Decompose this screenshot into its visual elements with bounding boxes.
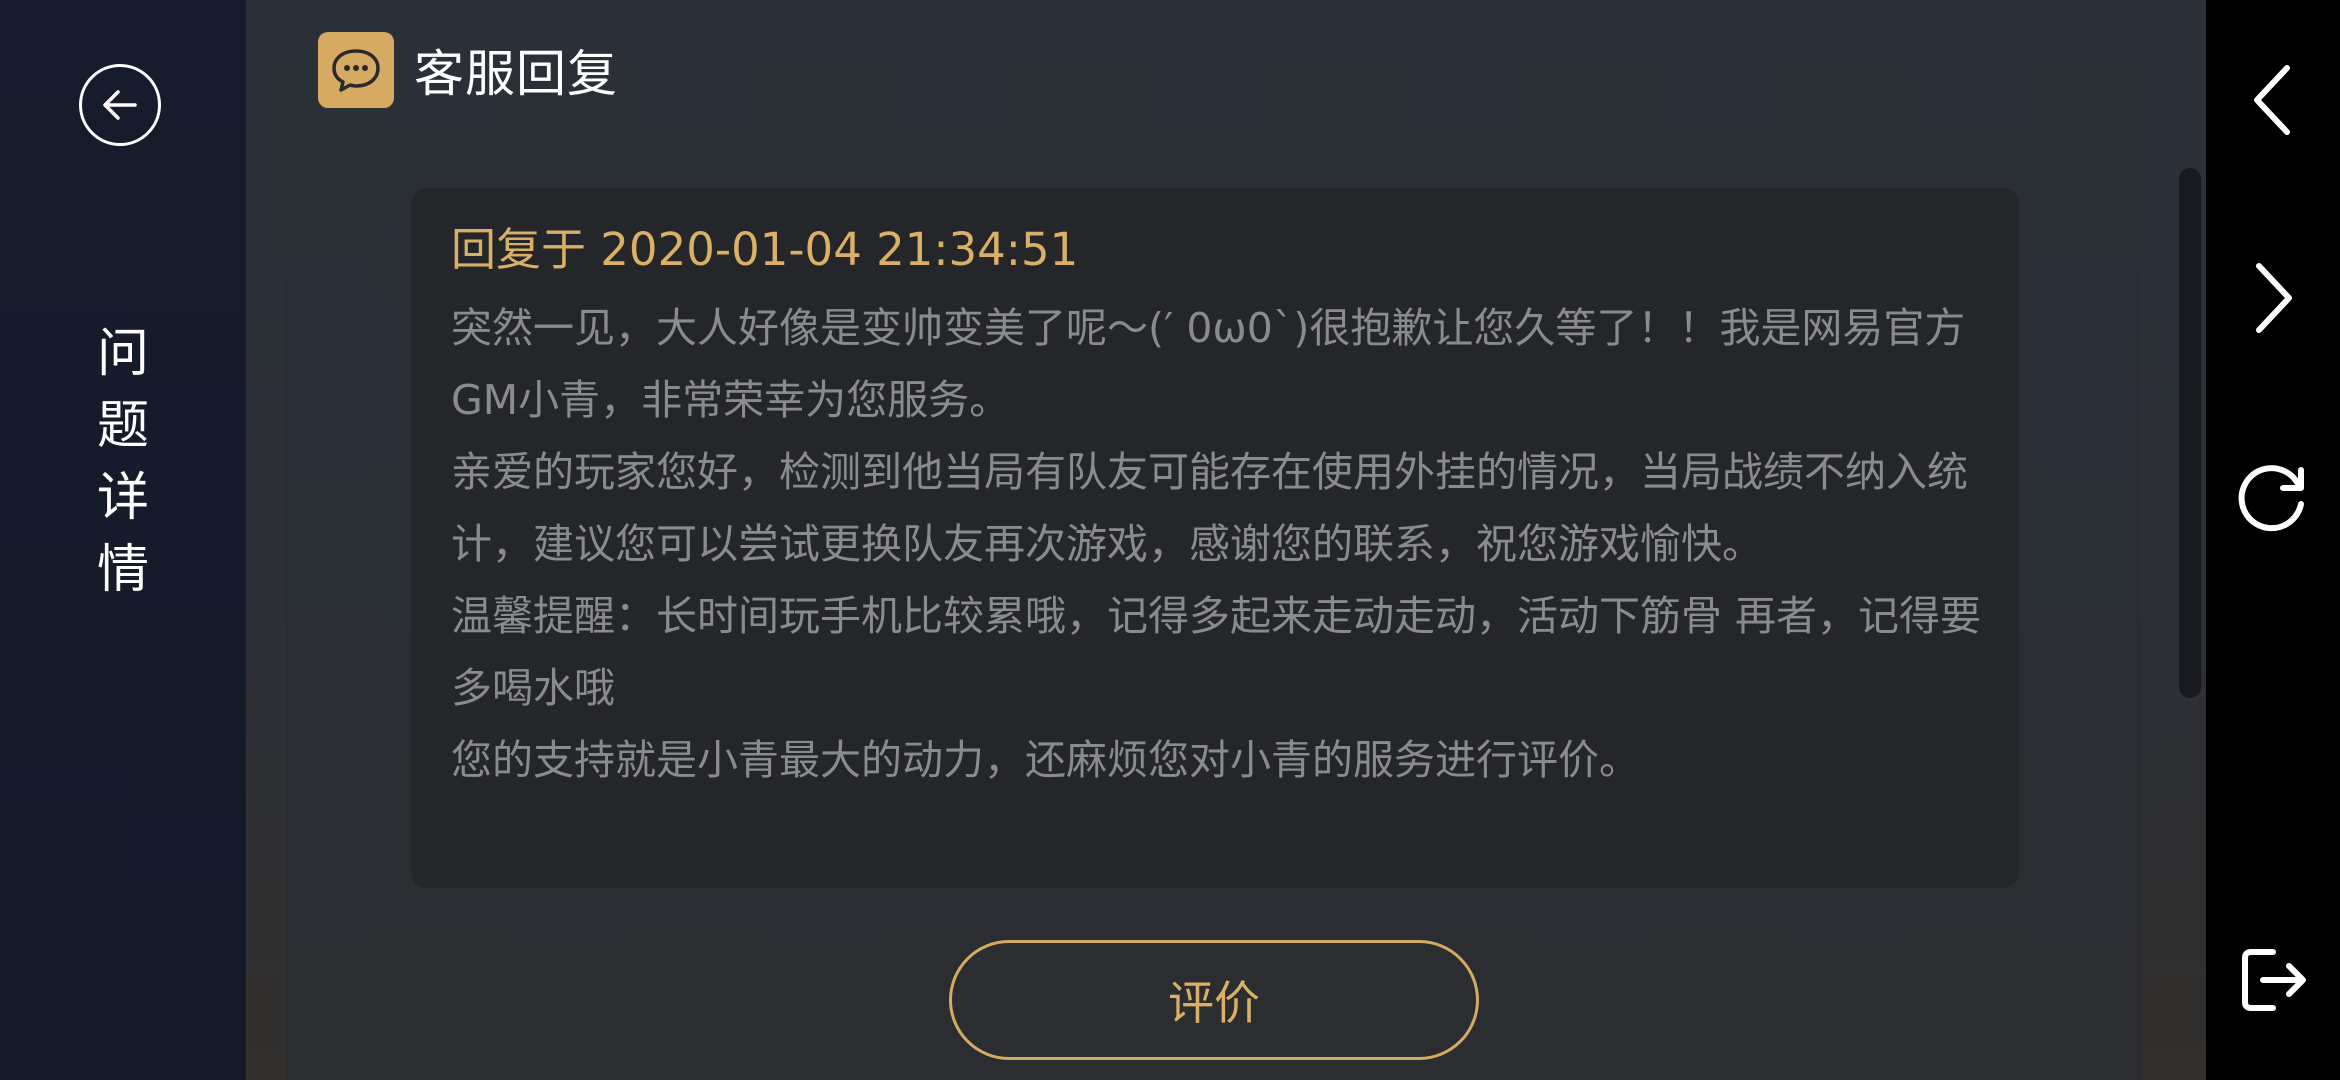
- nav-back-button[interactable]: [2206, 50, 2340, 150]
- chat-bubble-icon: [318, 32, 394, 108]
- nav-forward-button[interactable]: [2206, 248, 2340, 348]
- nav-refresh-button[interactable]: [2206, 448, 2340, 548]
- screen: 问 题 详 情 客服回复 回复于 2020-01-04 21:34:51 突然一…: [0, 0, 2340, 1080]
- section-header: 客服回复: [318, 32, 618, 108]
- nav-exit-button[interactable]: [2206, 930, 2340, 1030]
- back-button[interactable]: [79, 64, 161, 146]
- exit-icon: [2242, 949, 2306, 1011]
- browser-nav-bar: [2206, 0, 2340, 1080]
- section-title: 客服回复: [414, 45, 618, 103]
- reply-paragraph: 亲爱的玩家您好，检测到他当局有队友可能存在使用外挂的情况，当局战绩不纳入统计，建…: [451, 448, 1968, 568]
- page-title-char: 题: [96, 396, 149, 456]
- reply-timestamp: 回复于 2020-01-04 21:34:51: [451, 223, 1079, 276]
- reply-paragraph: 您的支持就是小青最大的动力，还麻烦您对小青的服务进行评价。: [451, 736, 1640, 784]
- scrollbar[interactable]: [2179, 168, 2201, 698]
- left-sidebar: 问 题 详 情: [0, 0, 246, 1080]
- chevron-left-icon: [2254, 65, 2290, 135]
- reply-message: 突然一见，大人好像是变帅变美了呢～(′ 0ω0`)很抱歉让您久等了！！我是网易官…: [451, 292, 1991, 796]
- page-title-char: 问: [96, 324, 149, 384]
- back-arrow-circle-icon: [103, 90, 137, 120]
- main-panel: 客服回复 回复于 2020-01-04 21:34:51 突然一见，大人好像是变…: [286, 0, 2142, 1080]
- refresh-icon: [2238, 465, 2304, 532]
- chevron-right-icon: [2256, 263, 2292, 333]
- rate-button[interactable]: 评价: [949, 940, 1479, 1060]
- reply-paragraph: 突然一见，大人好像是变帅变美了呢～(′ 0ω0`)很抱歉让您久等了！！我是网易官…: [451, 304, 1966, 424]
- reply-paragraph: 温馨提醒：长时间玩手机比较累哦，记得多起来走动走动，活动下筋骨 再者，记得要多喝…: [451, 592, 1982, 712]
- page-title-char: 情: [96, 540, 149, 600]
- reply-card: 回复于 2020-01-04 21:34:51 突然一见，大人好像是变帅变美了呢…: [411, 188, 2019, 888]
- page-title-char: 详: [96, 468, 149, 528]
- page-title: 问 题 详 情: [0, 318, 246, 606]
